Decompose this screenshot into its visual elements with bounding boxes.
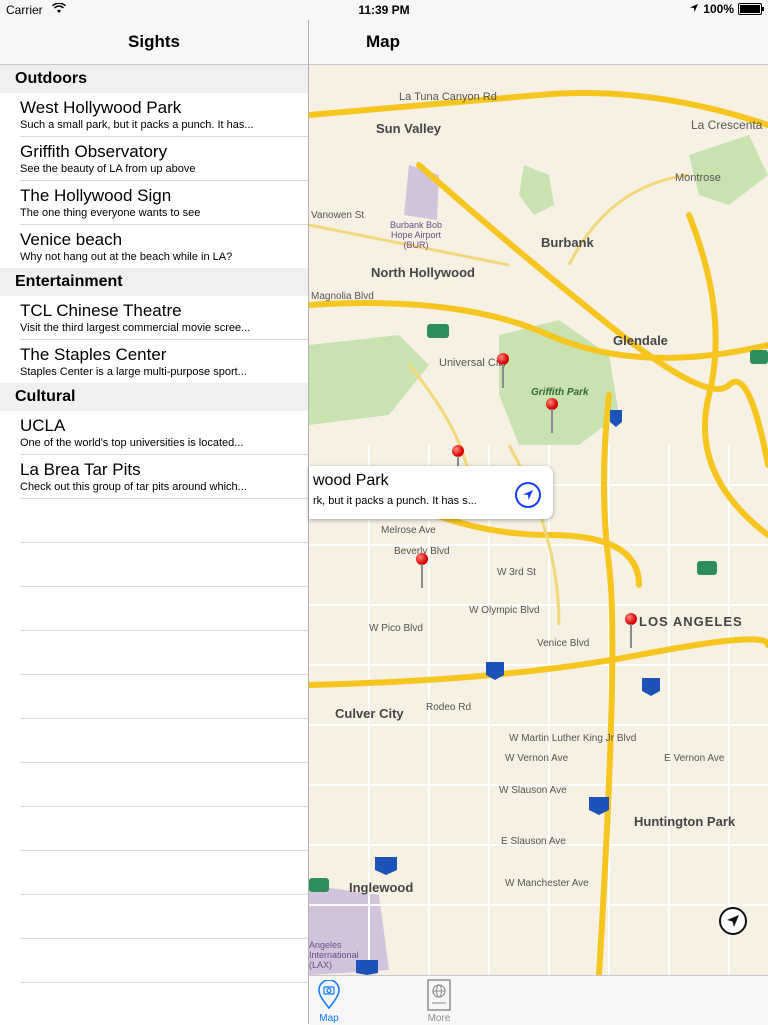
empty-row	[20, 763, 308, 807]
navigation-arrow-icon	[523, 490, 533, 500]
tab-map-label: Map	[319, 1013, 339, 1024]
battery-level	[740, 5, 760, 13]
map-label: W Olympic Blvd	[469, 605, 540, 616]
user-tracking-button[interactable]	[719, 907, 747, 935]
item-subtitle: The one thing everyone wants to see	[20, 207, 201, 219]
map-label: Griffith Park	[531, 387, 589, 398]
empty-row	[20, 631, 308, 675]
location-arrow-icon	[689, 2, 699, 16]
battery-percent: 100%	[703, 2, 734, 16]
list-item[interactable]: TCL Chinese Theatre Visit the third large…	[20, 296, 308, 340]
sights-list[interactable]: Outdoors West Hollywood Park Such a small…	[0, 65, 308, 983]
map-label: W Pico Blvd	[369, 623, 423, 634]
map-label: Rodeo Rd	[426, 702, 472, 713]
empty-row	[20, 719, 308, 763]
sights-pane: Sights Outdoors West Hollywood Park Such …	[0, 20, 309, 1024]
empty-row	[20, 807, 308, 851]
empty-row	[20, 543, 308, 587]
map-label: Melrose Ave	[381, 525, 436, 536]
map-label: Glendale	[613, 333, 668, 348]
map-label: LOS ANGELES	[639, 614, 743, 629]
map-label: E Slauson Ave	[501, 836, 566, 847]
map-view[interactable]: La Tuna Canyon Rd La Crescenta Sun Valle…	[309, 65, 768, 975]
empty-row	[20, 587, 308, 631]
sights-title: Sights	[128, 32, 180, 51]
battery-icon	[738, 3, 764, 15]
map-label: La Tuna Canyon Rd	[399, 91, 497, 103]
item-title: Venice beach	[20, 230, 123, 249]
list-item[interactable]: La Brea Tar Pits Check out this group of …	[20, 455, 308, 499]
globe-book-icon	[427, 979, 451, 1011]
empty-row	[20, 851, 308, 895]
list-item[interactable]: West Hollywood Park Such a small park, bu…	[20, 93, 308, 137]
map-label: E Vernon Ave	[664, 753, 725, 764]
item-subtitle: See the beauty of LA from up above	[20, 163, 196, 175]
section-header-cultural: Cultural	[0, 383, 308, 411]
map-label: Angeles International (LAX)	[309, 940, 359, 970]
map-label: W Manchester Ave	[505, 878, 589, 889]
map-label: W Slauson Ave	[499, 785, 567, 796]
status-time: 11:39 PM	[358, 3, 410, 17]
map-label: Burbank	[541, 235, 594, 250]
section-header-entertainment: Entertainment	[0, 268, 308, 296]
item-subtitle: Why not hang out at the beach while in L…	[20, 251, 233, 263]
map-title: Map	[366, 32, 400, 51]
status-bar: Carrier 11:39 PM 100%	[0, 0, 768, 20]
map-label: Montrose	[675, 172, 721, 184]
map-pin[interactable]	[497, 353, 509, 393]
map-label: Vanowen St	[311, 210, 365, 221]
item-subtitle: One of the world's top universities is l…	[20, 437, 244, 449]
item-title: West Hollywood Park	[20, 98, 182, 117]
tab-more[interactable]: More	[419, 976, 459, 1025]
item-title: Griffith Observatory	[20, 142, 168, 161]
list-item[interactable]: UCLA One of the world's top universities …	[20, 411, 308, 455]
map-pin[interactable]	[416, 553, 428, 593]
item-subtitle: Staples Center is a large multi-purpose …	[20, 366, 247, 378]
map-label: W 3rd St	[497, 567, 536, 578]
map-label: Inglewood	[349, 880, 414, 895]
map-label: Culver City	[335, 706, 404, 721]
tab-more-label: More	[427, 1013, 451, 1024]
map-pin[interactable]	[546, 398, 558, 438]
item-subtitle: Such a small park, but it packs a punch.…	[20, 119, 254, 131]
item-title: La Brea Tar Pits	[20, 460, 141, 479]
map-label: Huntington Park	[634, 814, 736, 829]
tab-map[interactable]: Map	[309, 976, 349, 1025]
item-title: The Hollywood Sign	[20, 186, 172, 205]
map-callout[interactable]: wood Park rk, but it packs a punch. It h…	[309, 466, 553, 519]
item-subtitle: Check out this group of tar pits around …	[20, 481, 247, 493]
item-subtitle: Visit the third largest commercial movie…	[20, 322, 251, 334]
map-label: Venice Blvd	[537, 638, 590, 649]
map-pin-camera-icon	[318, 980, 340, 1010]
list-item[interactable]: Griffith Observatory See the beauty of LA…	[20, 137, 308, 181]
directions-button[interactable]	[515, 482, 541, 508]
list-item[interactable]: Venice beach Why not hang out at the beac…	[20, 225, 308, 268]
callout-title: wood Park	[313, 472, 389, 489]
list-item[interactable]: The Staples Center Staples Center is a la…	[20, 340, 308, 383]
map-label: La Crescenta	[691, 118, 763, 132]
map-label: North Hollywood	[371, 265, 475, 280]
empty-row	[20, 675, 308, 719]
map-pin[interactable]	[625, 613, 637, 653]
map-label: W Martin Luther King Jr Blvd	[509, 733, 637, 744]
list-item[interactable]: The Hollywood Sign The one thing everyone…	[20, 181, 308, 225]
map-label: Sun Valley	[376, 121, 442, 136]
empty-row	[20, 895, 308, 939]
item-title: The Staples Center	[20, 345, 167, 364]
map-navbar: Map	[309, 20, 768, 65]
map-label: Magnolia Blvd	[311, 291, 374, 302]
empty-row	[20, 499, 308, 543]
map-label: W Vernon Ave	[505, 753, 569, 764]
empty-row	[20, 939, 308, 983]
callout-subtitle: rk, but it packs a punch. It has s...	[313, 495, 477, 507]
item-title: UCLA	[20, 416, 66, 435]
tab-bar: Map More	[309, 975, 768, 1025]
sights-navbar: Sights	[0, 20, 308, 65]
location-arrow-icon	[727, 915, 739, 927]
section-header-outdoors: Outdoors	[0, 65, 308, 93]
item-title: TCL Chinese Theatre	[20, 301, 182, 320]
map-label: Burbank Bob Hope Airport (BUR)	[389, 220, 443, 250]
